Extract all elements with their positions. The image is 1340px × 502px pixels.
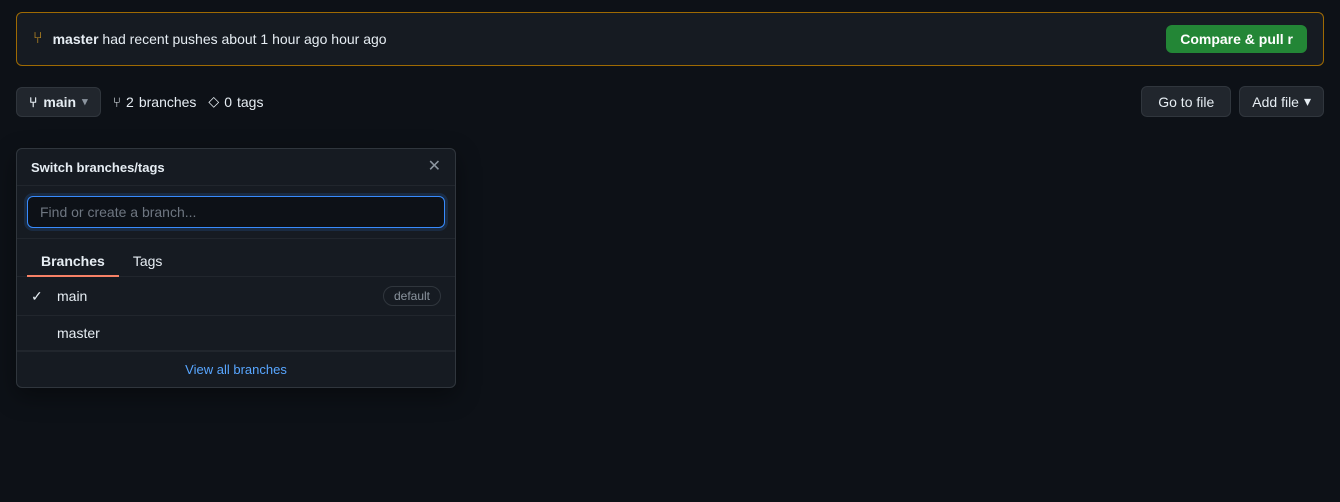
compare-pull-button[interactable]: Compare & pull r bbox=[1166, 25, 1307, 53]
list-item[interactable]: ✓ main default bbox=[17, 277, 455, 316]
push-banner-content: ⑂ master had recent pushes about 1 hour … bbox=[33, 30, 387, 48]
dropdown-title: Switch branches/tags bbox=[31, 160, 165, 175]
branch-icon: ⑂ bbox=[33, 30, 43, 48]
tag-icon: ◇ bbox=[208, 93, 219, 110]
branch-list: ✓ main default master bbox=[17, 277, 455, 351]
toolbar-row: ⑂ main ▾ ⑂ 2 branches ◇ 0 tags Go to fil… bbox=[0, 78, 1340, 125]
branches-count-link[interactable]: ⑂ 2 branches bbox=[113, 94, 197, 110]
branch-fork-icon: ⑂ bbox=[113, 94, 121, 110]
branch-search-input[interactable] bbox=[27, 196, 445, 228]
tags-label: tags bbox=[237, 94, 263, 110]
dropdown-tabs: Branches Tags bbox=[17, 239, 455, 277]
branches-count: 2 bbox=[126, 94, 134, 110]
branch-dropdown: Switch branches/tags ✕ Branches Tags ✓ m… bbox=[16, 148, 456, 388]
checkmark-icon: ✓ bbox=[31, 288, 47, 305]
add-file-button[interactable]: Add file ▾ bbox=[1239, 86, 1324, 117]
branch-selector-icon: ⑂ bbox=[29, 94, 37, 110]
branch-name-master: master bbox=[57, 325, 100, 341]
dropdown-close-button[interactable]: ✕ bbox=[428, 159, 441, 175]
tags-count: 0 bbox=[224, 94, 232, 110]
toolbar-right: Go to file Add file ▾ bbox=[1141, 86, 1324, 117]
add-file-chevron-icon: ▾ bbox=[1304, 93, 1311, 110]
push-banner-branch: master bbox=[53, 31, 99, 47]
current-branch-label: main bbox=[43, 94, 76, 110]
add-file-label: Add file bbox=[1252, 94, 1299, 110]
branch-chevron-icon: ▾ bbox=[82, 95, 88, 108]
list-item[interactable]: master bbox=[17, 316, 455, 351]
tab-tags[interactable]: Tags bbox=[119, 247, 177, 277]
push-banner-text: master had recent pushes about 1 hour ag… bbox=[53, 31, 387, 47]
default-badge: default bbox=[383, 286, 441, 306]
branch-name-main: main bbox=[57, 288, 87, 304]
branches-label: branches bbox=[139, 94, 197, 110]
push-banner: ⑂ master had recent pushes about 1 hour … bbox=[16, 12, 1324, 66]
tab-branches[interactable]: Branches bbox=[27, 247, 119, 277]
dropdown-header: Switch branches/tags ✕ bbox=[17, 149, 455, 186]
go-to-file-button[interactable]: Go to file bbox=[1141, 86, 1231, 117]
branch-item-left-main: ✓ main bbox=[31, 288, 87, 305]
search-input-wrapper bbox=[17, 186, 455, 239]
branch-item-left-master: master bbox=[57, 325, 100, 341]
branch-selector-button[interactable]: ⑂ main ▾ bbox=[16, 87, 101, 117]
view-all-branches-link[interactable]: View all branches bbox=[17, 351, 455, 387]
tags-count-link[interactable]: ◇ 0 tags bbox=[208, 93, 263, 110]
